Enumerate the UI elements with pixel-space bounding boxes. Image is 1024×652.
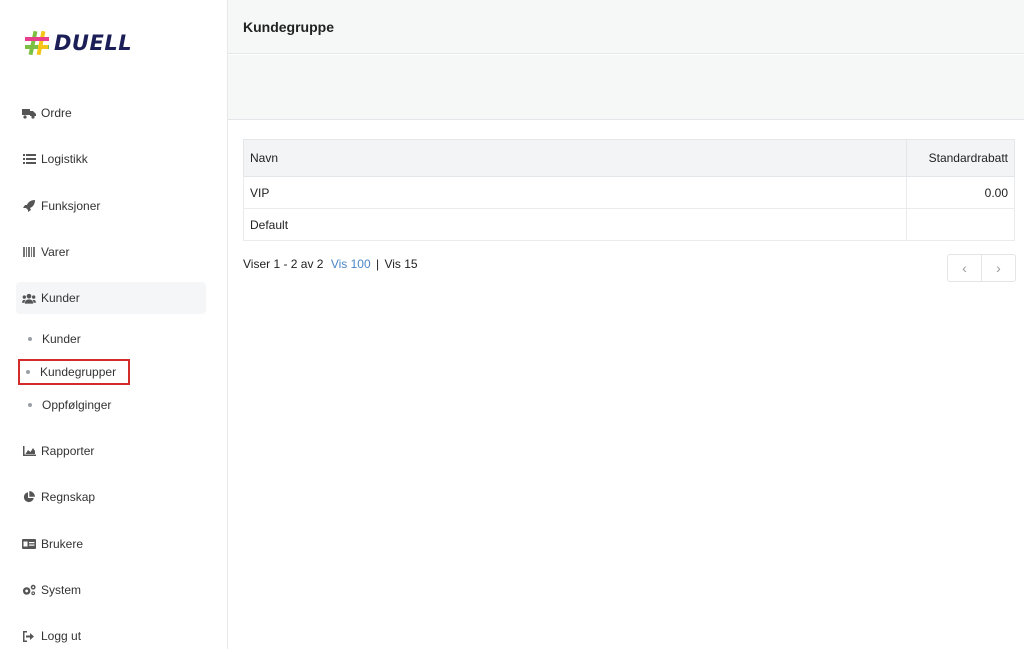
- list-icon: [22, 153, 36, 165]
- chevron-right-icon: ›: [996, 260, 1001, 276]
- table-row[interactable]: VIP 0.00: [243, 176, 1015, 209]
- sidebar: DUELL Ordre Logistikk Funksjoner Varer K…: [0, 0, 228, 649]
- bullet: [28, 337, 32, 341]
- show-15-link[interactable]: Vis 15: [384, 257, 417, 271]
- sidebar-item-label: Brukere: [41, 537, 84, 551]
- toolbar-area: [228, 55, 1024, 120]
- column-header-standardrabatt[interactable]: Standardrabatt: [906, 139, 1015, 177]
- pager: ‹ ›: [947, 254, 1016, 282]
- cell-navn: VIP: [243, 176, 907, 209]
- sidebar-item-label: Ordre: [41, 106, 72, 120]
- sidebar-item-logg-ut[interactable]: Logg ut: [16, 620, 206, 652]
- sidebar-item-label: Rapporter: [41, 444, 95, 458]
- area-chart-icon: [22, 445, 36, 457]
- customer-group-table: Navn Standardrabatt VIP 0.00 Default: [243, 139, 1015, 241]
- sidebar-item-rapporter[interactable]: Rapporter: [16, 435, 206, 467]
- users-icon: [22, 292, 36, 304]
- sidebar-item-label: Regnskap: [41, 490, 96, 504]
- page-header: Kundegruppe: [228, 0, 1024, 54]
- sub-item-oppfolginger[interactable]: Oppfølginger: [22, 395, 111, 415]
- bullet: [28, 403, 32, 407]
- sidebar-item-label: Logistikk: [41, 152, 88, 166]
- column-header-navn[interactable]: Navn: [243, 139, 907, 177]
- page-title: Kundegruppe: [243, 18, 334, 35]
- pagination-summary: Viser 1 - 2 av 2 Vis 100 | Vis 15: [243, 257, 418, 271]
- separator: |: [375, 257, 380, 271]
- cell-standardrabatt: [906, 208, 1015, 241]
- next-page-button[interactable]: ›: [981, 255, 1015, 281]
- sidebar-item-label: Varer: [41, 245, 70, 259]
- sub-item-label: Kunder: [42, 332, 81, 346]
- sidebar-item-ordre[interactable]: Ordre: [16, 97, 206, 129]
- sidebar-item-label: Logg ut: [41, 629, 82, 643]
- table-row[interactable]: Default: [243, 208, 1015, 241]
- sidebar-item-label: Kunder: [41, 291, 80, 305]
- bullet: [26, 370, 30, 374]
- duell-logo-icon: [22, 28, 52, 58]
- sidebar-item-brukere[interactable]: Brukere: [16, 528, 206, 560]
- prev-page-button[interactable]: ‹: [948, 255, 981, 281]
- chevron-left-icon: ‹: [962, 260, 967, 276]
- cell-standardrabatt: 0.00: [906, 176, 1015, 209]
- sidebar-item-label: Funksjoner: [41, 199, 101, 213]
- sub-item-label: Oppfølginger: [42, 398, 112, 412]
- sub-item-kundegrupper[interactable]: Kundegrupper: [17, 359, 131, 385]
- duell-logo[interactable]: DUELL: [22, 28, 132, 58]
- logo-text: DUELL: [54, 31, 133, 55]
- sidebar-item-label: System: [41, 583, 82, 597]
- table-header-row: Navn Standardrabatt: [243, 139, 1015, 177]
- sub-item-kunder[interactable]: Kunder: [22, 329, 81, 349]
- sidebar-item-regnskap[interactable]: Regnskap: [16, 481, 206, 513]
- sub-item-label: Kundegrupper: [40, 365, 117, 379]
- id-card-icon: [22, 538, 36, 550]
- sidebar-item-kunder[interactable]: Kunder: [16, 282, 206, 314]
- cell-navn: Default: [243, 208, 907, 241]
- pie-chart-icon: [22, 491, 36, 503]
- sidebar-item-logistikk[interactable]: Logistikk: [16, 143, 206, 175]
- main-content: Kundegruppe Navn Standardrabatt VIP 0.00…: [228, 0, 1024, 649]
- sign-out-icon: [22, 630, 36, 642]
- result-count: Viser 1 - 2 av 2: [243, 257, 324, 271]
- truck-icon: [22, 107, 36, 119]
- barcode-icon: [22, 246, 36, 258]
- sidebar-item-varer[interactable]: Varer: [16, 236, 206, 268]
- rocket-icon: [22, 200, 36, 212]
- sidebar-item-system[interactable]: System: [16, 574, 206, 606]
- cogs-icon: [22, 584, 36, 596]
- show-100-link[interactable]: Vis 100: [331, 257, 371, 271]
- sidebar-item-funksjoner[interactable]: Funksjoner: [16, 190, 206, 222]
